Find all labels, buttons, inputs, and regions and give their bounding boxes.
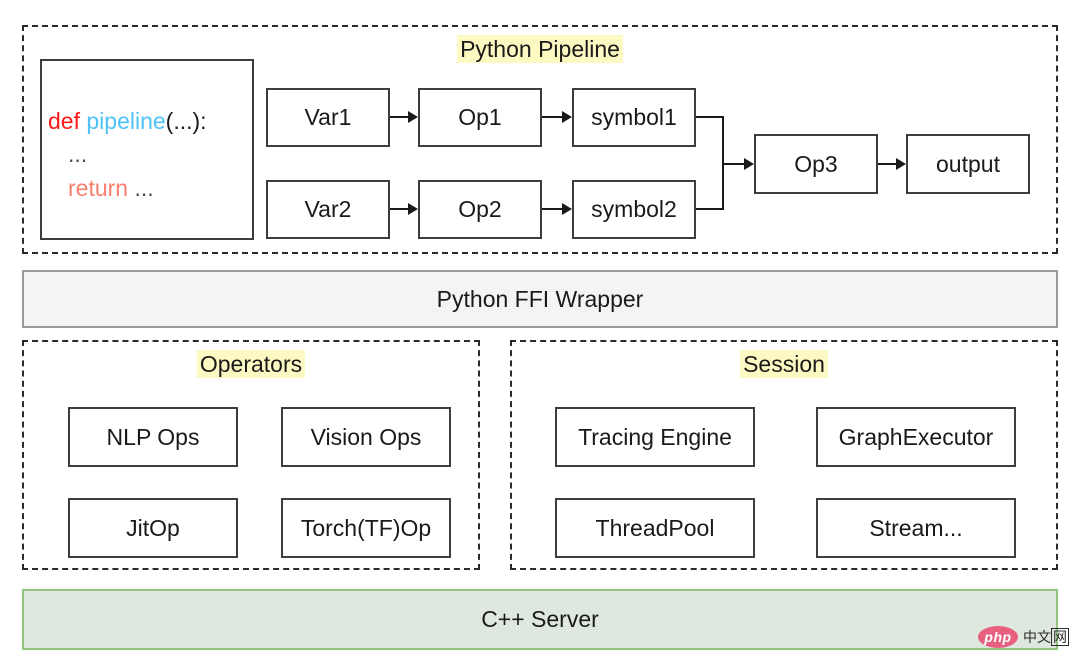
code-token-return: return xyxy=(68,174,129,201)
arrow-op2-to-symbol2-line xyxy=(542,208,562,210)
operators-title: Operators xyxy=(24,350,478,378)
node-vision-ops[interactable]: Vision Ops xyxy=(281,407,451,467)
code-token-args: (...): xyxy=(165,108,207,134)
pipeline-code-box: def pipeline(...): ... return ... xyxy=(40,59,254,240)
python-pipeline-group: Python Pipeline def pipeline(...): ... r… xyxy=(22,25,1058,254)
python-ffi-wrapper-label: Python FFI Wrapper xyxy=(436,285,644,312)
code-token-return-ellipsis: ... xyxy=(134,174,154,201)
operators-group: Operators NLP Ops Vision Ops JitOp Torch… xyxy=(22,340,480,570)
arrow-op1-to-symbol1-line xyxy=(542,116,562,118)
node-symbol1[interactable]: symbol1 xyxy=(572,88,696,147)
code-token-def: def xyxy=(48,108,80,134)
code-line-def: def pipeline(...): xyxy=(42,105,252,138)
code-token-function-name: pipeline xyxy=(86,108,166,134)
node-stream[interactable]: Stream... xyxy=(816,498,1016,558)
php-logo-icon: php xyxy=(978,626,1018,648)
arrow-var2-to-op2-head xyxy=(408,203,418,215)
arrow-op1-to-symbol1-head xyxy=(562,111,572,123)
node-jitop[interactable]: JitOp xyxy=(68,498,238,558)
code-line-return: return ... xyxy=(42,172,252,205)
node-op3[interactable]: Op3 xyxy=(754,134,878,194)
php-watermark-text: 中文网 xyxy=(1023,627,1069,647)
watermark-text-main: 中文 xyxy=(1023,629,1051,645)
cpp-server-label: C++ Server xyxy=(481,606,599,632)
arrow-merge-to-op3-line xyxy=(722,163,746,165)
node-op2[interactable]: Op2 xyxy=(418,180,542,239)
operators-title-text: Operators xyxy=(196,350,306,378)
node-torch-tf-op[interactable]: Torch(TF)Op xyxy=(281,498,451,558)
php-watermark: php 中文网 xyxy=(978,626,1069,648)
node-var1[interactable]: Var1 xyxy=(266,88,390,147)
arrow-op2-to-symbol2-head xyxy=(562,203,572,215)
cpp-server-band[interactable]: C++ Server xyxy=(22,589,1058,650)
code-line-ellipsis: ... xyxy=(42,138,252,171)
merge-branch-bottom xyxy=(696,208,724,210)
node-var2[interactable]: Var2 xyxy=(266,180,390,239)
session-group: Session Tracing Engine GraphExecutor Thr… xyxy=(510,340,1058,570)
code-token-ellipsis: ... xyxy=(68,141,88,168)
node-graph-executor[interactable]: GraphExecutor xyxy=(816,407,1016,467)
arrow-op3-to-output-head xyxy=(896,158,906,170)
arrow-var1-to-op1-head xyxy=(408,111,418,123)
arrow-var2-to-op2-line xyxy=(390,208,408,210)
arrow-op3-to-output-line xyxy=(878,163,896,165)
diagram-canvas: Python Pipeline def pipeline(...): ... r… xyxy=(0,0,1080,664)
node-tracing-engine[interactable]: Tracing Engine xyxy=(555,407,755,467)
session-title: Session xyxy=(512,350,1056,378)
merge-branch-top xyxy=(696,116,724,118)
arrow-var1-to-op1-line xyxy=(390,116,408,118)
node-output[interactable]: output xyxy=(906,134,1030,194)
node-op1[interactable]: Op1 xyxy=(418,88,542,147)
session-title-text: Session xyxy=(740,350,828,378)
arrow-merge-to-op3-head xyxy=(744,158,754,170)
node-nlp-ops[interactable]: NLP Ops xyxy=(68,407,238,467)
node-symbol2[interactable]: symbol2 xyxy=(572,180,696,239)
python-pipeline-title-text: Python Pipeline xyxy=(457,35,623,63)
watermark-text-boxed: 网 xyxy=(1051,628,1069,646)
node-thread-pool[interactable]: ThreadPool xyxy=(555,498,755,558)
python-ffi-wrapper-band[interactable]: Python FFI Wrapper xyxy=(22,270,1058,328)
